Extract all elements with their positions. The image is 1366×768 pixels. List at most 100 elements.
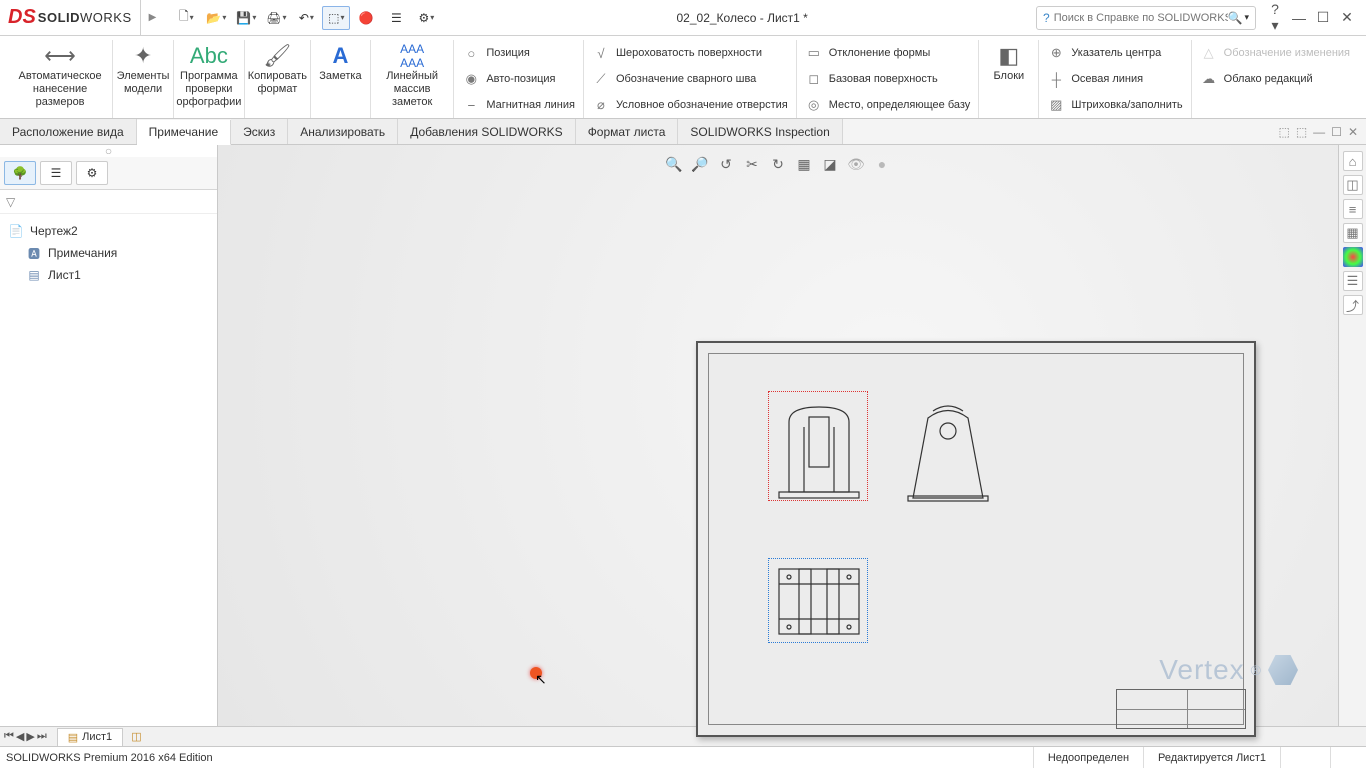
help-icon: ? xyxy=(1043,11,1050,25)
cmd-auto-balloon[interactable]: ◉Авто-позиция xyxy=(462,68,575,90)
cmd-centerline[interactable]: ┼Осевая линия xyxy=(1047,68,1182,90)
child-maximize-button[interactable]: ☐ xyxy=(1331,125,1342,139)
drawing-view-front[interactable] xyxy=(768,391,868,501)
maximize-button[interactable]: ☐ xyxy=(1314,9,1332,26)
cmd-note[interactable]: A Заметка xyxy=(311,40,371,118)
filter-bar[interactable]: ▽ xyxy=(0,190,217,214)
cmd-weld-symbol[interactable]: ⟋Обозначение сварного шва xyxy=(592,68,788,90)
tree-sheet1[interactable]: ▤ Лист1 xyxy=(4,264,213,286)
tree-annotations[interactable]: 🅰 Примечания xyxy=(4,242,213,264)
auto-balloon-icon: ◉ xyxy=(462,70,480,88)
main-area: ○ 🌳 ☰ ⚙ ▽ 📄 Чертеж2 🅰 Примечания ▤ Лист1… xyxy=(0,145,1366,726)
drawing-icon: 📄 xyxy=(8,223,24,239)
print-button[interactable]: 🖨 xyxy=(262,6,290,30)
manager-tabs: 🌳 ☰ ⚙ xyxy=(0,157,217,190)
tab-annotation[interactable]: Примечание xyxy=(137,120,231,145)
help-search[interactable]: ? 🔍 ▾ xyxy=(1036,6,1256,30)
search-dropdown-icon[interactable]: ▾ xyxy=(1244,12,1249,23)
drawing-view-top[interactable] xyxy=(768,558,868,643)
weld-icon: ⟋ xyxy=(592,70,610,88)
undo-button[interactable]: ↶ xyxy=(292,6,320,30)
cmd-surface-finish[interactable]: √Шероховатость поверхности xyxy=(592,42,788,64)
resources-tab-icon[interactable]: ◫ xyxy=(1343,175,1363,195)
home-tab-icon[interactable]: ⌂ xyxy=(1343,151,1363,171)
task-pane: ⌂ ◫ ≡ ▦ ☰ ⤴ xyxy=(1338,145,1366,726)
appearances-tab-icon[interactable] xyxy=(1343,247,1363,267)
options-list-button[interactable]: ☰ xyxy=(382,6,410,30)
view-settings-button[interactable]: 👁 xyxy=(845,153,867,175)
help-dropdown[interactable]: ? ▾ xyxy=(1266,1,1284,34)
tree-root[interactable]: 📄 Чертеж2 xyxy=(4,220,213,242)
next-sheet-button[interactable]: ▶ xyxy=(26,730,34,743)
cmd-linear-note-pattern[interactable]: AAAAAA Линейный массив заметок xyxy=(371,40,454,118)
tab-sketch[interactable]: Эскиз xyxy=(231,119,288,144)
expand-panel-icon-2[interactable]: ⬚ xyxy=(1296,125,1307,139)
add-sheet-button[interactable]: ◫ xyxy=(123,730,149,743)
open-button[interactable]: 📂 xyxy=(202,6,230,30)
graphics-area[interactable]: 🔍 🔎 ↺ ✂ ↻ ▦ ◪ 👁 ● xyxy=(218,145,1338,726)
cmd-format-painter[interactable]: 🖌 Копировать формат xyxy=(245,40,311,118)
cmd-hole-callout[interactable]: ⌀Условное обозначение отверстия xyxy=(592,94,788,116)
zoom-area-button[interactable]: 🔎 xyxy=(689,153,711,175)
appearance-button[interactable]: ● xyxy=(871,153,893,175)
cmd-revision-cloud[interactable]: ☁Облако редакций xyxy=(1200,68,1350,90)
configuration-manager-tab[interactable]: ⚙ xyxy=(76,161,108,185)
file-explorer-tab-icon[interactable]: ▦ xyxy=(1343,223,1363,243)
cmd-spell-check[interactable]: Abc Программа проверки орфографии xyxy=(174,40,245,118)
child-minimize-button[interactable]: — xyxy=(1313,125,1325,139)
new-button[interactable]: 🗋 xyxy=(172,6,200,30)
cmd-blocks[interactable]: ◧ Блоки xyxy=(979,40,1039,118)
title-block[interactable] xyxy=(1116,689,1246,729)
tab-inspection[interactable]: SOLIDWORKS Inspection xyxy=(678,119,842,144)
cmd-revision-symbol: △Обозначение изменения xyxy=(1200,42,1350,64)
first-sheet-button[interactable]: ⏮ xyxy=(4,730,14,743)
cmd-datum-feature[interactable]: ◻Базовая поверхность xyxy=(805,68,971,90)
help-search-input[interactable] xyxy=(1054,12,1228,24)
display-style-button[interactable]: ▦ xyxy=(793,153,815,175)
sheet-tab-icon: ▤ xyxy=(68,731,78,744)
child-close-button[interactable]: ✕ xyxy=(1348,125,1358,139)
window-controls: ? ▾ — ☐ ✕ xyxy=(1256,1,1366,34)
rebuild-button[interactable]: 🔴 xyxy=(352,6,380,30)
save-button[interactable]: 💾 xyxy=(232,6,260,30)
app-logo[interactable]: DS SOLIDWORKS xyxy=(0,0,141,35)
search-icon[interactable]: 🔍 xyxy=(1228,11,1243,25)
cmd-balloon[interactable]: ○Позиция xyxy=(462,42,575,64)
drawing-view-side[interactable] xyxy=(903,403,993,503)
minimize-button[interactable]: — xyxy=(1290,10,1308,26)
property-manager-tab[interactable]: ☰ xyxy=(40,161,72,185)
cmd-area-hatch[interactable]: ▨Штриховка/заполнить xyxy=(1047,94,1182,116)
last-sheet-button[interactable]: ⏭ xyxy=(37,730,47,743)
cmd-geometric-tolerance[interactable]: ▭Отклонение формы xyxy=(805,42,971,64)
tab-addins[interactable]: Добавления SOLIDWORKS xyxy=(398,119,576,144)
settings-button[interactable]: ⚙ xyxy=(412,6,440,30)
cmd-model-items[interactable]: ✦ Элементы модели xyxy=(113,40,174,118)
rotate-button[interactable]: ↻ xyxy=(767,153,789,175)
tab-view-layout[interactable]: Расположение вида xyxy=(0,119,137,144)
cmd-auto-dimension[interactable]: ⟷ Автоматическое нанесение размеров xyxy=(8,40,113,118)
status-bar: SOLIDWORKS Premium 2016 x64 Edition Недо… xyxy=(0,746,1366,768)
design-library-tab-icon[interactable]: ≡ xyxy=(1343,199,1363,219)
close-button[interactable]: ✕ xyxy=(1338,9,1356,26)
custom-props-tab-icon[interactable]: ☰ xyxy=(1343,271,1363,291)
tab-sheet-format[interactable]: Формат листа xyxy=(576,119,679,144)
document-title: 02_02_Колесо - Лист1 * xyxy=(448,11,1036,25)
cmd-datum-target[interactable]: ◎Место, определяющее базу xyxy=(805,94,971,116)
prev-sheet-button[interactable]: ◀ xyxy=(16,730,24,743)
status-unit-system[interactable] xyxy=(1280,747,1330,768)
collapse-ribbon-icon[interactable]: ▶ xyxy=(141,12,165,23)
watermark: Vertex® xyxy=(1159,654,1298,686)
zoom-fit-button[interactable]: 🔍 xyxy=(663,153,685,175)
sheet-tab-1[interactable]: ▤ Лист1 xyxy=(57,728,123,746)
hide-show-button[interactable]: ◪ xyxy=(819,153,841,175)
forum-tab-icon[interactable]: ⤴ xyxy=(1343,295,1363,315)
section-view-button[interactable]: ✂ xyxy=(741,153,763,175)
cmd-center-mark[interactable]: ⊕Указатель центра xyxy=(1047,42,1182,64)
prev-view-button[interactable]: ↺ xyxy=(715,153,737,175)
tab-evaluate[interactable]: Анализировать xyxy=(288,119,398,144)
cmd-magnetic-line[interactable]: ⎯Магнитная линия xyxy=(462,94,575,116)
status-extra[interactable] xyxy=(1330,747,1360,768)
select-button[interactable]: ⬚ xyxy=(322,6,350,30)
feature-manager-tab[interactable]: 🌳 xyxy=(4,161,36,185)
expand-panel-icon[interactable]: ⬚ xyxy=(1278,125,1289,139)
